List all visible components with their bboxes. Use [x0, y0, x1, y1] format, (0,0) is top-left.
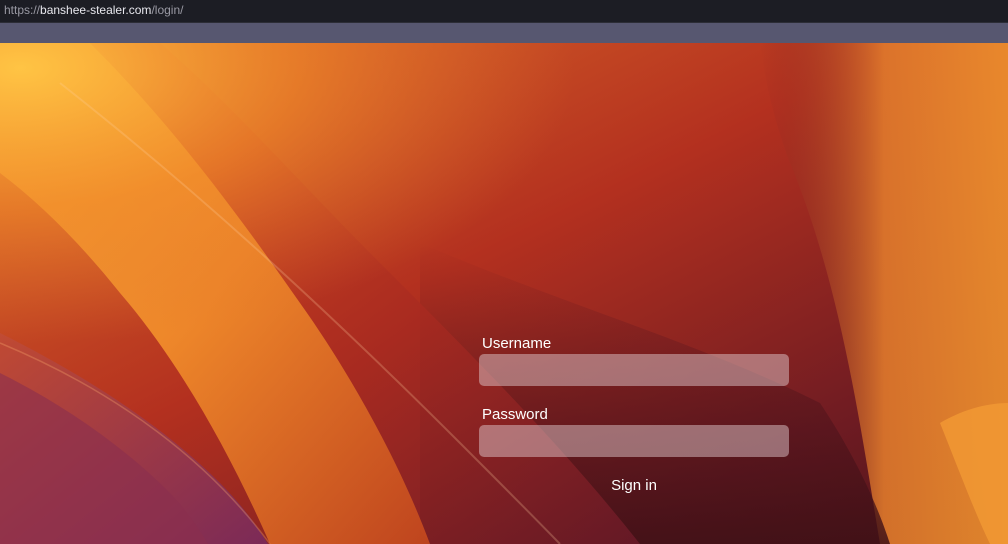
- username-input[interactable]: [479, 354, 789, 386]
- address-bar[interactable]: https://banshee-stealer.com/login/: [0, 0, 1008, 23]
- sign-in-button[interactable]: Sign in: [584, 475, 684, 497]
- username-label: Username: [482, 335, 552, 352]
- password-label: Password: [482, 406, 548, 423]
- password-input[interactable]: [479, 425, 789, 457]
- url-host: banshee-stealer.com: [40, 3, 152, 17]
- url-path: /login/: [151, 3, 184, 17]
- url-text[interactable]: https://banshee-stealer.com/login/: [4, 2, 183, 18]
- url-scheme: https://: [4, 3, 41, 17]
- page-viewport: Username Password Sign in: [0, 43, 1008, 544]
- login-form: Username Password Sign in: [479, 333, 789, 503]
- browser-toolbar-strip: [0, 23, 1008, 43]
